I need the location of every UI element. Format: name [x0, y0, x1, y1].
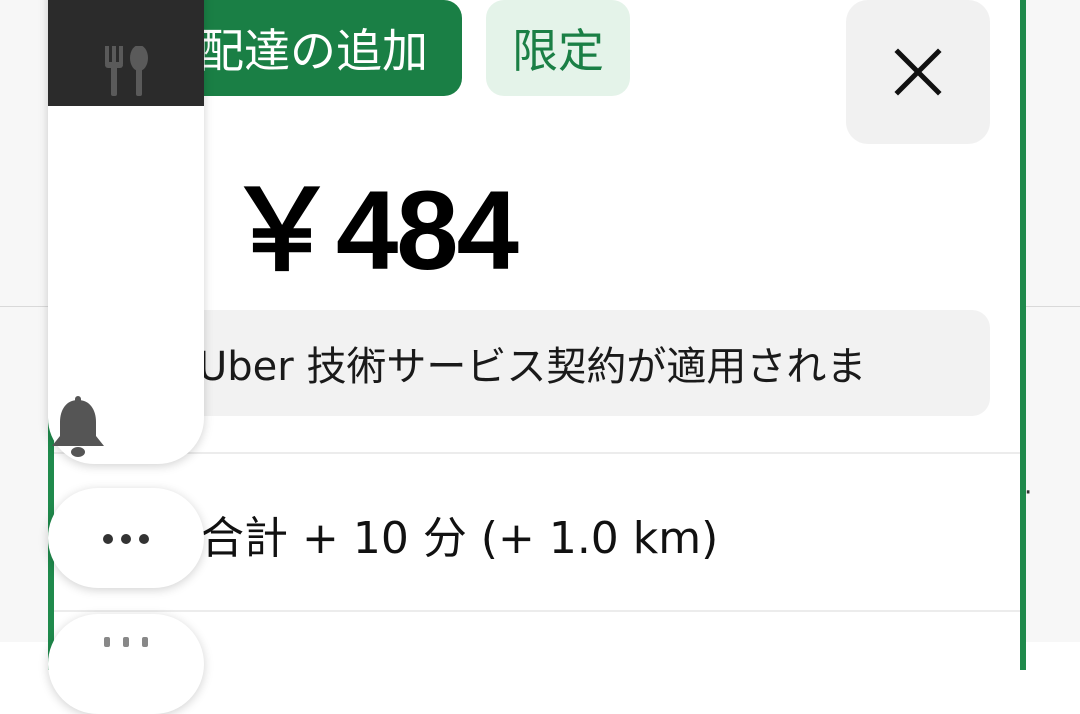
menu-button[interactable]: [48, 614, 204, 714]
more-options-button[interactable]: [48, 488, 204, 588]
delivery-added-label: 配達の追加: [198, 24, 428, 78]
notifications-button[interactable]: [48, 396, 108, 460]
fare-amount: ￥484: [226, 168, 519, 293]
close-icon: [894, 48, 942, 96]
trip-summary: 合計 + 10 分 (+ 1.0 km): [200, 513, 719, 564]
bell-icon: [52, 396, 104, 457]
side-panel: [48, 0, 204, 464]
more-horizontal-icon: [99, 529, 153, 548]
row-divider: [54, 610, 1020, 612]
fork-knife-icon: [105, 46, 148, 96]
exclusive-label: 限定: [512, 24, 604, 78]
row-divider: [54, 452, 1020, 454]
service-agreement-notice[interactable]: Uber 技術サービス契約が適用されま: [114, 310, 990, 416]
restaurant-button[interactable]: [48, 0, 204, 106]
menu-icon: [100, 632, 152, 714]
close-button[interactable]: [846, 0, 990, 144]
exclusive-chip: 限定: [486, 0, 630, 96]
service-agreement-text: Uber 技術サービス契約が適用されま: [198, 344, 867, 390]
